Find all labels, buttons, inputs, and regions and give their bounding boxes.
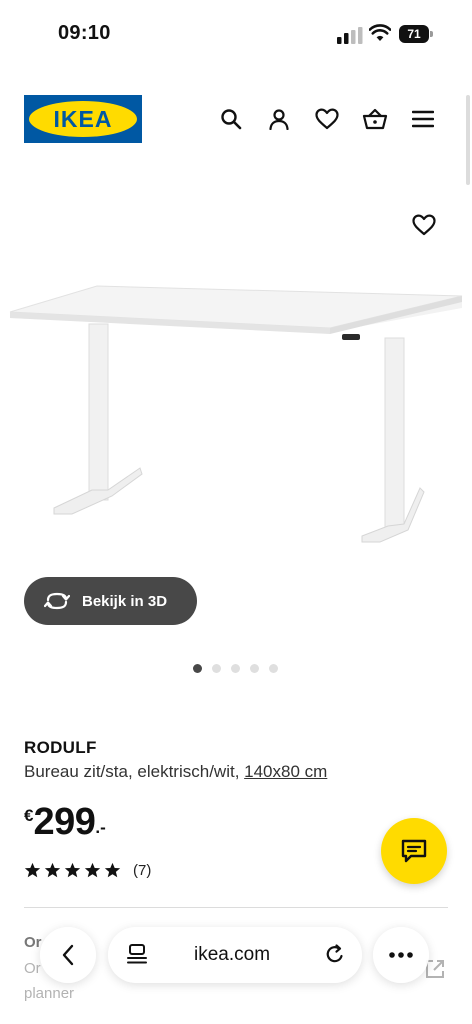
price-suffix: .- <box>95 818 106 837</box>
ikea-logo[interactable]: IKEA <box>24 95 142 143</box>
star-icon <box>104 862 121 878</box>
page-scrollbar[interactable] <box>466 95 470 185</box>
user-icon[interactable] <box>266 106 292 132</box>
logo-oval: IKEA <box>29 101 137 137</box>
chat-icon <box>401 839 427 863</box>
product-description: Bureau zit/sta, elektrisch/wit, 140x80 c… <box>24 762 327 782</box>
battery-tip <box>430 31 433 37</box>
chat-button[interactable] <box>381 818 447 884</box>
cellular-signal-icon <box>337 27 363 44</box>
browser-back-button[interactable] <box>40 927 96 983</box>
carousel-dot[interactable] <box>250 664 259 673</box>
product-rating[interactable]: (7) <box>24 862 151 879</box>
carousel-dot[interactable] <box>269 664 278 673</box>
product-price: € 299 .- <box>24 800 106 844</box>
carousel-pagination <box>193 664 278 673</box>
battery-level: 71 <box>399 25 429 43</box>
view-in-3d-button[interactable]: Bekijk in 3D <box>24 577 197 625</box>
reload-icon[interactable] <box>324 943 346 965</box>
rotate-3d-icon <box>44 592 70 610</box>
carousel-dot[interactable] <box>212 664 221 673</box>
view-in-3d-label: Bekijk in 3D <box>82 592 168 610</box>
planner-section-title: Or <box>24 934 42 951</box>
star-icon <box>44 862 61 878</box>
reader-icon[interactable] <box>126 943 148 965</box>
product-description-text: Bureau zit/sta, elektrisch/wit, <box>24 762 245 781</box>
star-icon <box>84 862 101 878</box>
product-image[interactable] <box>0 268 472 568</box>
browser-url: ikea.com <box>194 944 271 965</box>
status-bar: 09:10 71 <box>0 0 472 70</box>
star-icon <box>64 862 81 878</box>
wifi-icon <box>369 24 391 41</box>
carousel-dot[interactable] <box>193 664 202 673</box>
chevron-left-icon <box>62 944 74 966</box>
price-currency: € <box>24 806 34 825</box>
planner-section-text: Or <box>24 960 41 977</box>
star-icon <box>24 862 41 878</box>
price-integer: 299 <box>33 801 96 843</box>
browser-more-button[interactable] <box>373 927 429 983</box>
menu-icon[interactable] <box>410 106 436 132</box>
planner-section-text-2: planner <box>24 985 75 1002</box>
status-time: 09:10 <box>58 22 111 44</box>
carousel-dot[interactable] <box>231 664 240 673</box>
battery-icon: 71 <box>399 25 433 43</box>
review-count: (7) <box>133 862 152 879</box>
product-name: RODULF <box>24 738 97 757</box>
add-to-favorites-icon[interactable] <box>411 212 437 238</box>
site-header: IKEA <box>0 80 472 160</box>
heart-icon[interactable] <box>314 106 340 132</box>
section-divider <box>24 907 448 908</box>
browser-address-bar[interactable]: ikea.com <box>108 927 362 983</box>
logo-text: IKEA <box>53 105 113 132</box>
more-icon <box>389 952 413 958</box>
basket-icon[interactable] <box>362 106 388 132</box>
product-size-link[interactable]: 140x80 cm <box>244 762 327 781</box>
search-icon[interactable] <box>218 106 244 132</box>
